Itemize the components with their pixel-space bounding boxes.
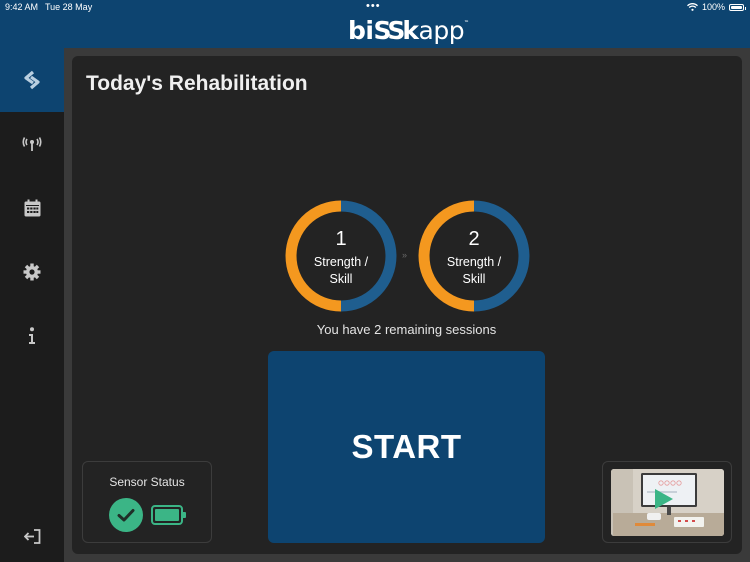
- status-indicators: 100%: [687, 2, 746, 12]
- battery-full-icon: [151, 505, 186, 525]
- sidebar-item-home[interactable]: [0, 48, 64, 112]
- session-number: 1: [335, 228, 347, 250]
- session-ring-1[interactable]: 1 Strength / Skill: [285, 200, 397, 312]
- wifi-icon: [687, 3, 698, 11]
- battery-percent: 100%: [701, 2, 725, 12]
- sensor-status-title: Sensor Status: [109, 475, 185, 489]
- status-time: 9:42 AM: [5, 2, 39, 12]
- remaining-sessions-text: You have 2 remaining sessions: [316, 322, 497, 337]
- app-logo: biSSkapp™: [348, 16, 469, 45]
- antenna-icon: [22, 137, 42, 151]
- gear-icon: [23, 263, 41, 281]
- sensor-status-card[interactable]: Sensor Status: [82, 461, 212, 543]
- logout-icon: [23, 528, 40, 544]
- battery-icon: [729, 3, 746, 11]
- video-tutorial-card[interactable]: [602, 461, 732, 543]
- status-bar: 9:42 AM Tue 28 May ••• 100%: [0, 0, 750, 14]
- video-thumbnail[interactable]: [611, 469, 724, 536]
- status-date: Tue 28 May: [45, 2, 93, 12]
- info-icon: [29, 327, 35, 344]
- sidebar-item-calendar[interactable]: [0, 176, 64, 240]
- sidebar-item-logout[interactable]: [0, 504, 64, 562]
- app-logo-icon: [24, 70, 40, 90]
- calendar-icon: [24, 199, 40, 217]
- session-number: 2: [468, 228, 480, 250]
- sidebar-item-sensors[interactable]: [0, 112, 64, 176]
- sidebar-item-info[interactable]: [0, 304, 64, 368]
- sidebar: [0, 48, 64, 562]
- sidebar-item-settings[interactable]: [0, 240, 64, 304]
- check-circle-icon: [109, 498, 143, 532]
- session-separator: »: [402, 250, 408, 260]
- session-type: Strength / Skill: [446, 255, 502, 286]
- page-title: Today's Rehabilitation: [86, 72, 308, 95]
- start-button[interactable]: START: [268, 351, 545, 543]
- session-ring-2[interactable]: 2 Strength / Skill: [418, 200, 530, 312]
- session-type: Strength / Skill: [313, 255, 369, 286]
- multitasking-dots[interactable]: •••: [366, 0, 381, 12]
